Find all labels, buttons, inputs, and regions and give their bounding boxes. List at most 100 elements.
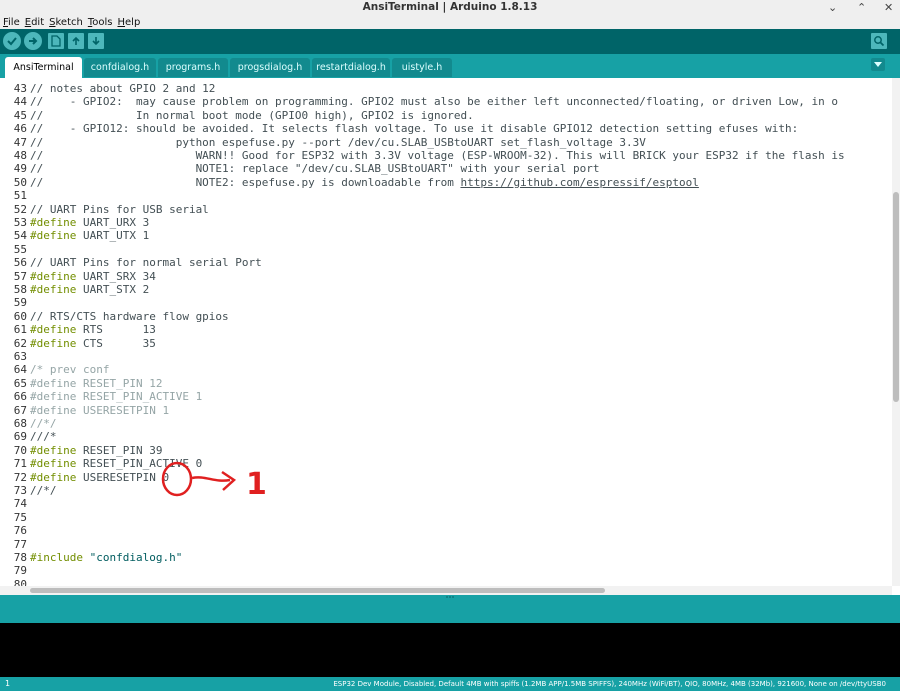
code-text: // NOTE1: replace "/dev/cu.SLAB_USBtoUAR… [27, 162, 600, 175]
upload-icon[interactable] [24, 32, 42, 50]
statement-text: // - GPIO12: should be avoided. It selec… [30, 122, 799, 136]
code-line: 73//*/ [0, 484, 57, 497]
new-icon[interactable] [48, 33, 64, 49]
line-number: 61 [13, 323, 27, 337]
keyword: #define [30, 216, 77, 229]
menu-item-2[interactable]: Sketch [49, 17, 83, 28]
code-editor[interactable]: 43// notes about GPIO 2 and 12 44// - GPI… [0, 78, 892, 586]
line-number: 78 [13, 551, 27, 564]
line-number: 69 [13, 430, 27, 444]
statement-text: // NOTE1: replace "/dev/cu.SLAB_USBtoUAR… [30, 162, 600, 176]
code-line: 51 [0, 189, 30, 202]
code-line: 44// - GPIO2: may cause problem on progr… [0, 95, 838, 108]
tab-4[interactable]: restartdialog.h [312, 58, 390, 77]
comment-text: // NOTE2: espefuse.py is downloadable fr… [30, 175, 461, 189]
code-text: // notes about GPIO 2 and 12 [27, 82, 215, 95]
console-output [0, 623, 900, 677]
tab-5[interactable]: uistyle.h [392, 58, 452, 77]
splitter-handle-icon[interactable] [445, 595, 455, 599]
code-text: /* prev conf [27, 363, 109, 376]
tab-2[interactable]: programs.h [158, 58, 228, 77]
keyword: #define [30, 269, 77, 283]
statement-text: #define USERESETPIN 1 [30, 403, 170, 417]
statement-text: //*/ [30, 484, 57, 497]
line-number: 76 [13, 524, 27, 538]
statement-text: // WARN!! Good for ESP32 with 3.3V volta… [30, 149, 845, 162]
statement-text: USERESETPIN 0 [76, 470, 170, 484]
statement-text: RTS 13 [76, 323, 156, 337]
code-text: // python espefuse.py --port /dev/cu.SLA… [27, 136, 646, 149]
code-text: #define UART_UTX 1 [27, 229, 149, 242]
line-number: 44 [13, 95, 27, 109]
statement-text: // UART Pins for normal serial Port [30, 256, 262, 270]
url-link[interactable]: https://github.com/espressif/esptool [460, 176, 698, 189]
line-number: 68 [13, 417, 27, 430]
vertical-scrollbar[interactable] [892, 78, 900, 586]
line-number: 72 [13, 470, 27, 484]
statement-text: // UART Pins for USB serial [30, 202, 209, 216]
line-number: 77 [13, 537, 27, 551]
close-button[interactable]: ✕ [884, 0, 893, 15]
tab-3[interactable]: progsdialog.h [230, 58, 310, 77]
verify-icon[interactable] [3, 32, 21, 50]
menu-bar: File Edit Sketch Tools Help [0, 16, 900, 29]
line-number: 64 [13, 363, 27, 377]
line-number: 56 [13, 256, 27, 270]
line-number: 54 [13, 229, 27, 243]
code-line: 70 #define RESET_PIN 39 [0, 444, 163, 457]
tab-1[interactable]: confdialog.h [84, 58, 156, 77]
code-line: 69///* [0, 430, 57, 443]
statement-text: #define RESET_PIN 12 [30, 376, 163, 390]
window-title: AnsiTerminal | Arduino 1.8.13 [362, 1, 538, 13]
code-line: 52// UART Pins for USB serial [0, 203, 209, 216]
title-bar: AnsiTerminal | Arduino 1.8.13 ⌄ ⌃ ✕ [0, 0, 900, 17]
toolbar [0, 29, 900, 54]
code-line: 53 #define UART_URX 3 [0, 216, 149, 229]
code-line: 48// WARN!! Good for ESP32 with 3.3V vol… [0, 149, 845, 162]
serial-monitor-icon[interactable] [871, 33, 887, 49]
code-text: // WARN!! Good for ESP32 with 3.3V volta… [27, 149, 845, 162]
code-line: 79 [0, 564, 30, 577]
tab-0[interactable]: AnsiTerminal [5, 57, 82, 78]
maximize-button[interactable]: ⌃ [857, 0, 866, 15]
code-text: #define USERESETPIN 1 [27, 404, 169, 417]
code-text: // - GPIO2: may cause problem on program… [27, 95, 838, 108]
code-line: 76 [0, 524, 30, 537]
code-line: 60// RTS/CTS hardware flow gpios [0, 310, 229, 323]
open-icon[interactable] [68, 33, 84, 49]
code-text: #define UART_SRX 34 [27, 270, 156, 283]
code-line: 47// python espefuse.py --port /dev/cu.S… [0, 136, 646, 149]
menu-item-4[interactable]: Help [117, 17, 140, 28]
statement-text: CTS 35 [76, 336, 156, 350]
menu-item-1[interactable]: Edit [25, 17, 44, 28]
statement-text: // notes about GPIO 2 and 12 [30, 82, 216, 95]
code-line: 56// UART Pins for normal serial Port [0, 256, 262, 269]
menu-item-3[interactable]: Tools [88, 17, 113, 28]
save-icon[interactable] [88, 33, 104, 49]
code-line: 72 #define USERESETPIN 0 [0, 471, 169, 484]
code-text: // RTS/CTS hardware flow gpios [27, 310, 229, 323]
line-number: 51 [13, 189, 27, 203]
keyword: #include [30, 551, 83, 564]
menu-item-0[interactable]: File [3, 17, 20, 28]
code-line: 43// notes about GPIO 2 and 12 [0, 82, 216, 95]
code-text: //*/ [27, 484, 57, 497]
tab-menu-button[interactable] [871, 58, 885, 71]
line-number: 49 [13, 162, 27, 176]
horizontal-scrollbar[interactable] [0, 586, 892, 595]
line-number: 71 [13, 457, 27, 471]
line-number: 53 [13, 216, 27, 229]
statement-text: //*/ [30, 417, 57, 430]
code-text: #define UART_URX 3 [27, 216, 149, 229]
line-number: 62 [13, 336, 27, 350]
board-config: ESP32 Dev Module, Disabled, Default 4MB … [333, 680, 886, 688]
minimize-button[interactable]: ⌄ [828, 0, 837, 15]
statement-text: UART_UTX 1 [76, 229, 150, 243]
keyword: #define [30, 470, 77, 484]
statement-text: // RTS/CTS hardware flow gpios [30, 309, 229, 323]
statement-text: RESET_PIN_ACTIVE 0 [76, 457, 203, 471]
code-line: 63 [0, 350, 30, 363]
